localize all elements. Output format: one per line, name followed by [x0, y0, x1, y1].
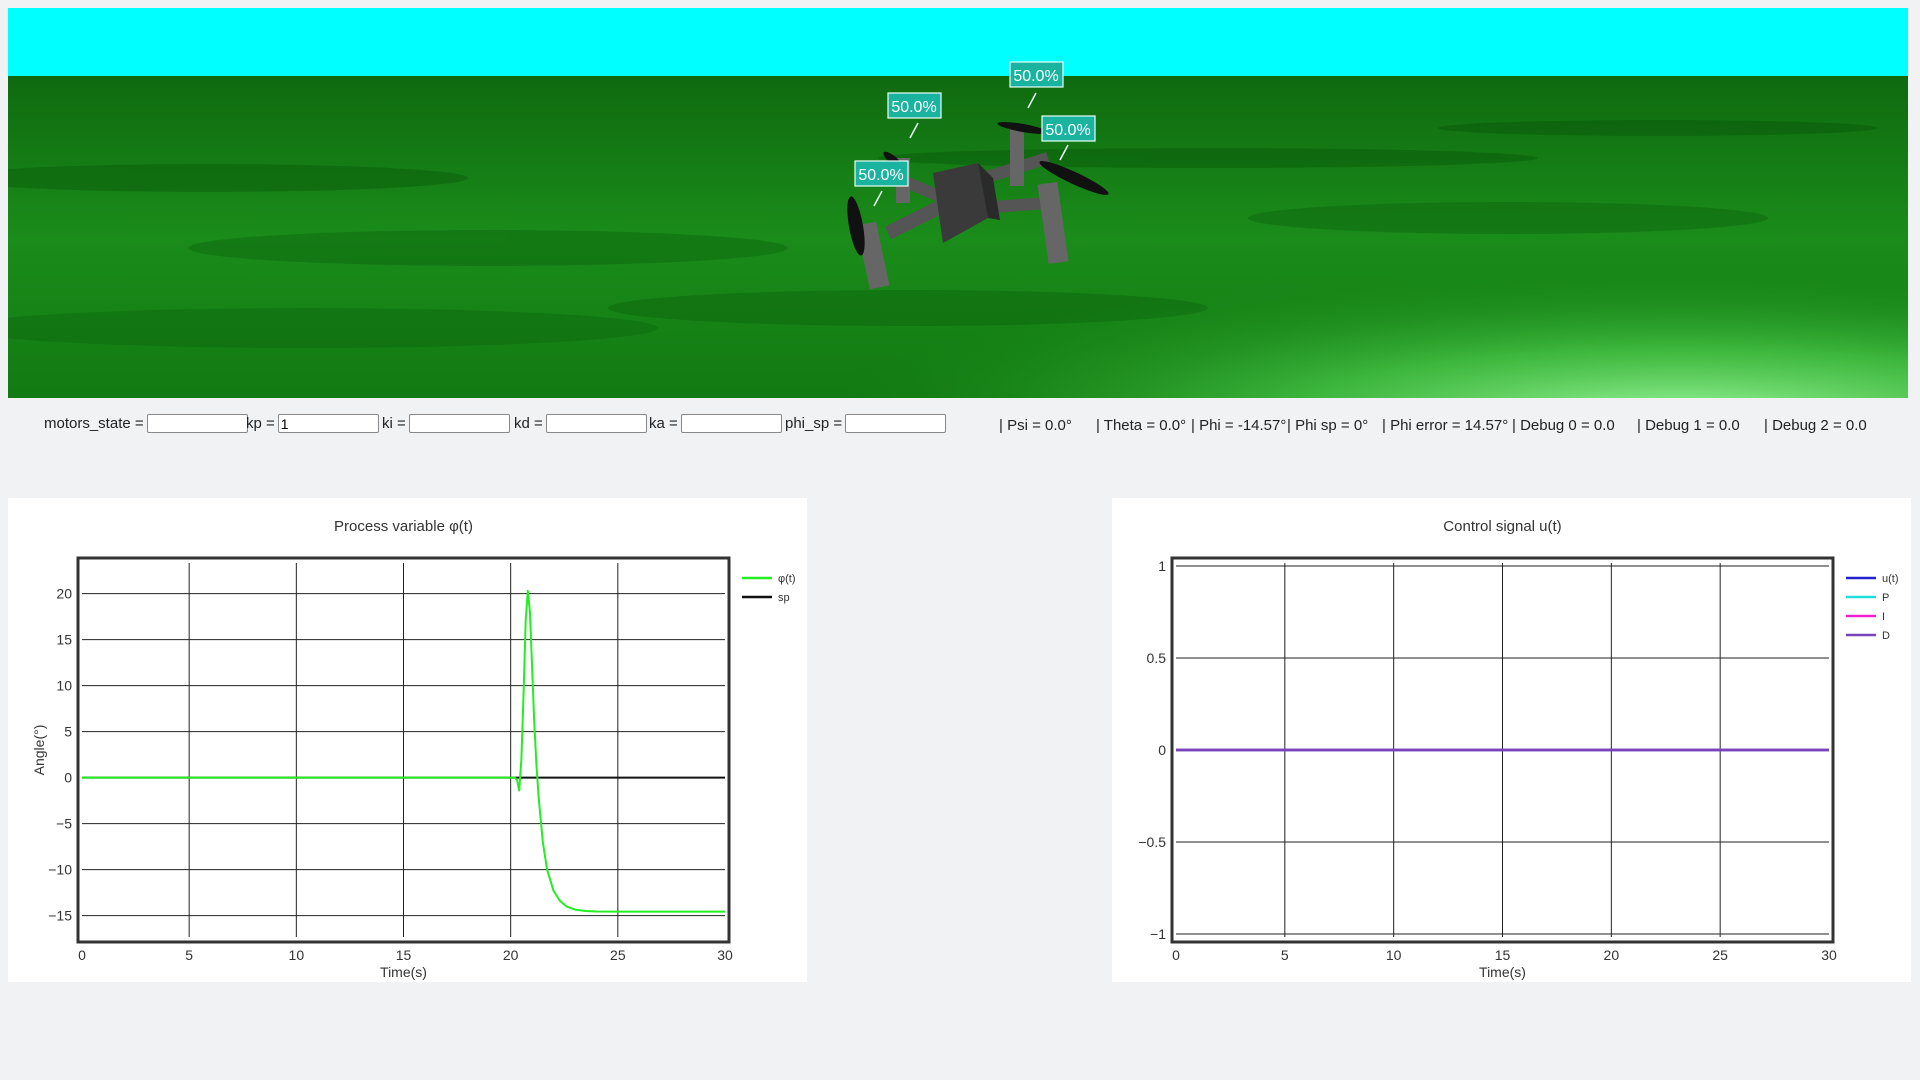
y-axis-label: Angle(°) — [31, 725, 47, 776]
legend-label: P — [1882, 592, 1889, 604]
y-tick-label: 1 — [1158, 558, 1166, 574]
x-tick-label: 30 — [1821, 947, 1837, 963]
y-tick-label: 20 — [56, 586, 72, 602]
y-tick-label: 0 — [1158, 742, 1166, 758]
status-debug-1: | Debug 1 = 0.0 — [1637, 417, 1740, 434]
y-tick-label: 5 — [64, 724, 72, 740]
status-debug-0: | Debug 0 = 0.0 — [1512, 417, 1615, 434]
svg-text:50.0%: 50.0% — [1045, 122, 1090, 139]
ka-label: ka = — [649, 415, 678, 432]
svg-text:50.0%: 50.0% — [858, 167, 903, 184]
kp-input[interactable] — [277, 414, 379, 433]
ka-group: ka = — [649, 414, 785, 433]
x-tick-label: 15 — [1495, 947, 1511, 963]
motors-state-input[interactable] — [146, 414, 248, 433]
y-tick-label: −1 — [1150, 926, 1166, 942]
process-variable-svg: Process variable φ(t) 0 5 10 15 20 25 30 20 15 10 5… — [31, 518, 796, 980]
scene-canvas: 50.0% 50.0% 50.0% 50.0% — [8, 8, 1908, 398]
y-tick-label: −0.5 — [1138, 834, 1166, 850]
y-tick-label: 10 — [56, 678, 72, 694]
phi-sp-label: phi_sp = — [785, 415, 843, 432]
x-axis-label: Time(s) — [380, 964, 427, 980]
x-tick-label: 5 — [1281, 947, 1289, 963]
kp-label: kp = — [246, 415, 275, 432]
legend-label: D — [1882, 630, 1890, 642]
chart-title: Process variable φ(t) — [334, 518, 473, 535]
ki-label: ki = — [382, 415, 406, 432]
legend-label: sp — [778, 592, 790, 604]
y-tick-label: −15 — [48, 908, 72, 924]
x-tick-label: 30 — [717, 947, 733, 963]
kd-label: kd = — [514, 415, 543, 432]
status-psi: | Psi = 0.0° — [999, 417, 1072, 434]
motors-state-label: motors_state = — [44, 415, 144, 432]
y-tick-label: 0 — [64, 770, 72, 786]
y-tick-label: −10 — [48, 862, 72, 878]
ka-input[interactable] — [680, 414, 782, 433]
x-tick-label: 0 — [78, 947, 86, 963]
kd-input[interactable] — [545, 414, 647, 433]
x-tick-label: 25 — [610, 947, 626, 963]
x-tick-label: 10 — [289, 947, 305, 963]
svg-text:50.0%: 50.0% — [891, 99, 936, 116]
x-tick-label: 20 — [1604, 947, 1620, 963]
x-tick-label: 25 — [1712, 947, 1728, 963]
x-tick-label: 0 — [1172, 947, 1180, 963]
phi-sp-input[interactable] — [845, 414, 947, 433]
status-debug-2: | Debug 2 = 0.0 — [1764, 417, 1867, 434]
ki-group: ki = — [382, 414, 513, 433]
status-phi: | Phi = -14.57° — [1191, 417, 1287, 434]
status-phi-sp: | Phi sp = 0° — [1287, 417, 1369, 434]
sky — [8, 8, 1908, 76]
legend-label: φ(t) — [778, 573, 796, 585]
process-variable-chart[interactable]: Process variable φ(t) 0 5 10 15 20 25 30 20 15 10 5… — [8, 498, 807, 982]
drone-3d-view[interactable]: 50.0% 50.0% 50.0% 50.0% — [8, 8, 1908, 398]
phi-sp-group: phi_sp = — [785, 414, 949, 433]
x-tick-label: 5 — [185, 947, 193, 963]
status-phi-error: | Phi error = 14.57° — [1382, 417, 1509, 434]
svg-text:50.0%: 50.0% — [1013, 68, 1058, 85]
status-theta: | Theta = 0.0° — [1096, 417, 1187, 434]
y-tick-label: 15 — [56, 632, 72, 648]
legend-label: I — [1882, 611, 1885, 623]
x-axis-label: Time(s) — [1479, 964, 1526, 980]
ground-highlight — [8, 76, 1908, 398]
chart-title: Control signal u(t) — [1443, 518, 1561, 535]
kd-group: kd = — [514, 414, 650, 433]
x-tick-label: 20 — [503, 947, 519, 963]
control-signal-chart[interactable]: Control signal u(t) 0 5 10 15 20 25 30 1 0.5 0 −0.5… — [1112, 498, 1911, 982]
y-tick-label: 0.5 — [1147, 650, 1167, 666]
motors-state-group: motors_state = — [44, 414, 251, 433]
x-tick-label: 15 — [396, 947, 412, 963]
controls-bar: motors_state = kp = ki = kd = ka = phi_s… — [44, 412, 1904, 438]
ki-input[interactable] — [408, 414, 510, 433]
kp-group: kp = — [246, 414, 382, 433]
control-signal-svg: Control signal u(t) 0 5 10 15 20 25 30 1 0.5 0 −0.5… — [1138, 518, 1899, 980]
x-tick-label: 10 — [1386, 947, 1402, 963]
legend-label: u(t) — [1882, 573, 1899, 585]
y-tick-label: −5 — [56, 816, 72, 832]
